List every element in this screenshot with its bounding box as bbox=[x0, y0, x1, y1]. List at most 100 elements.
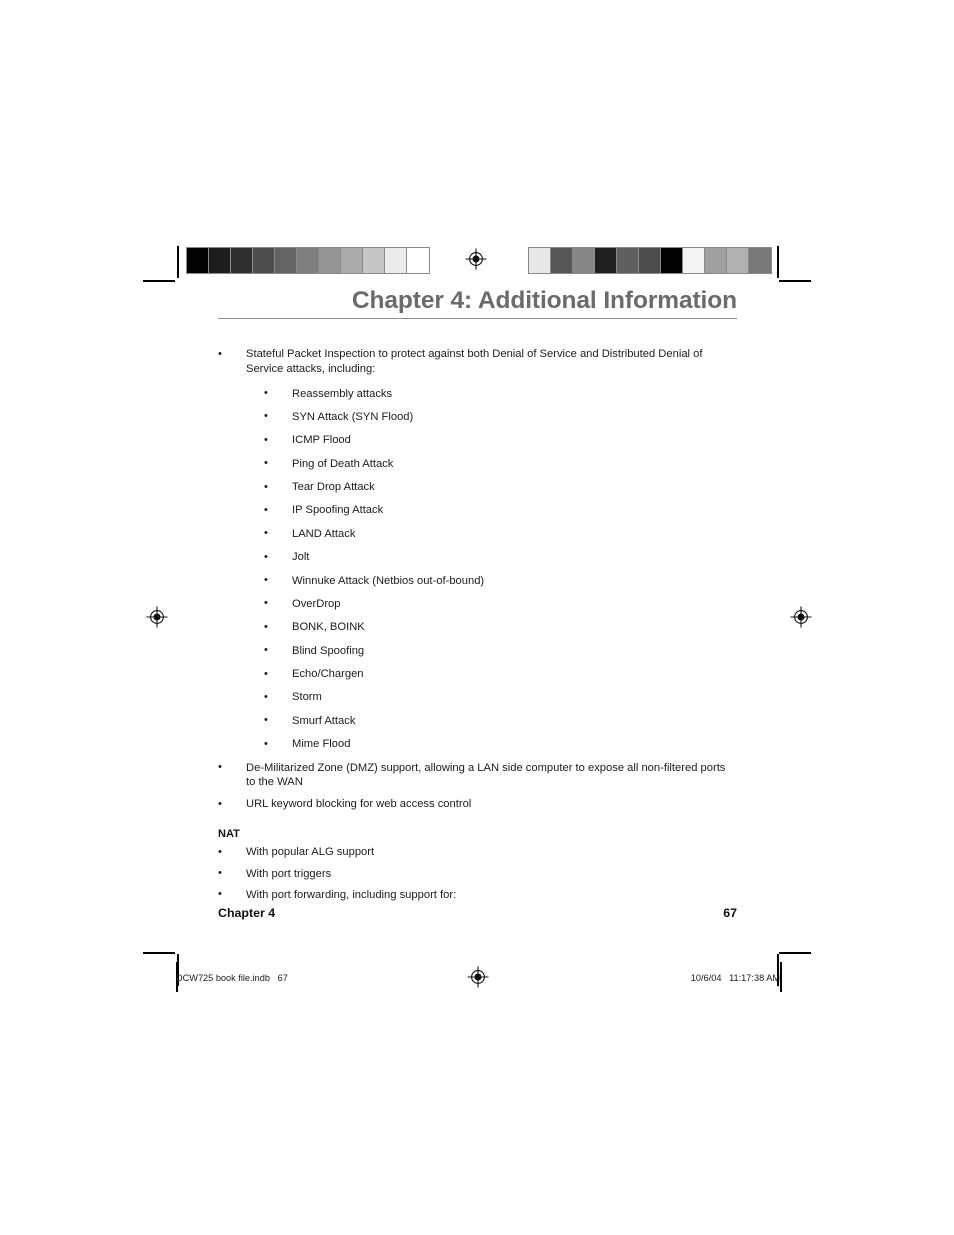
list-item: • With popular ALG support bbox=[218, 845, 737, 860]
gray-swatch-1 bbox=[209, 248, 231, 273]
gray-swatch-6 bbox=[661, 248, 683, 273]
list-item-label: Blind Spoofing bbox=[292, 644, 365, 657]
proof-file-label: DCW725 book file.indb 67 bbox=[176, 973, 288, 983]
gray-swatch-8 bbox=[363, 248, 385, 273]
list-item-label: With popular ALG support bbox=[246, 846, 375, 859]
gray-swatch-0 bbox=[187, 248, 209, 273]
list-item-label: Winnuke Attack (Netbios out-of-bound) bbox=[292, 574, 485, 587]
gray-swatch-2 bbox=[231, 248, 253, 273]
registration-target-icon bbox=[146, 606, 168, 628]
list-item-label: IP Spoofing Attack bbox=[292, 504, 384, 517]
gray-swatch-2 bbox=[573, 248, 595, 273]
heading-divider bbox=[218, 317, 737, 320]
crop-mark-horizontal-rule bbox=[143, 280, 175, 282]
list-item-label: With port triggers bbox=[246, 867, 332, 880]
page-footer: Chapter 4 67 bbox=[218, 906, 737, 920]
list-item: • Ping of Death Attack bbox=[264, 457, 737, 472]
crop-mark-horizontal-rule bbox=[779, 280, 811, 282]
list-item: • Mime Flood bbox=[264, 737, 737, 752]
list-item: • OverDrop bbox=[264, 597, 737, 612]
bullet-glyph-icon: • bbox=[264, 387, 268, 400]
bullet-glyph-icon: • bbox=[264, 737, 268, 750]
grayscale-scrambled-wedge-right bbox=[528, 247, 772, 274]
registration-target-icon bbox=[790, 606, 812, 628]
gray-swatch-9 bbox=[727, 248, 749, 273]
crop-mark-top-right bbox=[769, 246, 811, 288]
bullet-glyph-icon: • bbox=[218, 797, 222, 810]
bullet-glyph-icon: • bbox=[264, 620, 268, 633]
trim-rule-top-right bbox=[777, 246, 779, 276]
list-item-label: Ping of Death Attack bbox=[292, 457, 394, 470]
bullet-glyph-icon: • bbox=[264, 690, 268, 703]
list-item-label: BONK, BOINK bbox=[292, 621, 365, 634]
list-item-label: LAND Attack bbox=[292, 527, 356, 540]
list-item: • Winnuke Attack (Netbios out-of-bound) bbox=[264, 574, 737, 589]
bullet-glyph-icon: • bbox=[264, 574, 268, 587]
gray-swatch-3 bbox=[595, 248, 617, 273]
gray-swatch-9 bbox=[385, 248, 407, 273]
gray-swatch-10 bbox=[749, 248, 771, 273]
list-item-label: SYN Attack (SYN Flood) bbox=[292, 410, 414, 423]
list-item: • ICMP Flood bbox=[264, 433, 737, 448]
gray-swatch-6 bbox=[319, 248, 341, 273]
list-item: • Reassembly attacks bbox=[264, 387, 737, 402]
gray-swatch-1 bbox=[551, 248, 573, 273]
page-body: • Stateful Packet Inspection to protect … bbox=[218, 347, 737, 909]
gray-swatch-10 bbox=[407, 248, 429, 273]
registration-target-icon bbox=[465, 248, 487, 270]
list-item: • Smurf Attack bbox=[264, 714, 737, 729]
list-item-label: Stateful Packet Inspection to protect ag… bbox=[246, 348, 703, 375]
list-item: • Blind Spoofing bbox=[264, 644, 737, 659]
nat-feature-list: • With popular ALG support • With port t… bbox=[218, 845, 737, 902]
list-item: • Tear Drop Attack bbox=[264, 480, 737, 495]
gray-swatch-4 bbox=[617, 248, 639, 273]
list-item-label: Tear Drop Attack bbox=[292, 481, 375, 494]
bullet-glyph-icon: • bbox=[264, 503, 268, 516]
printed-page-proof: Chapter 4: Additional Information • Stat… bbox=[0, 0, 954, 1235]
list-item-label: Smurf Attack bbox=[292, 714, 356, 727]
list-item: • With port triggers bbox=[218, 867, 737, 882]
proof-timestamp: 10/6/04 11:17:38 AM bbox=[690, 973, 780, 983]
bullet-glyph-icon: • bbox=[218, 888, 222, 901]
list-item: • With port forwarding, including suppor… bbox=[218, 888, 737, 903]
gray-swatch-5 bbox=[639, 248, 661, 273]
list-item-label: Storm bbox=[292, 691, 322, 704]
slug-rule-right bbox=[780, 962, 782, 992]
attack-sublist-wrapper: • Reassembly attacks • SYN Attack (SYN F… bbox=[264, 387, 737, 752]
bullet-glyph-icon: • bbox=[218, 347, 222, 360]
list-item-label: De-Militarized Zone (DMZ) support, allow… bbox=[246, 761, 726, 789]
list-item: • De-Militarized Zone (DMZ) support, all… bbox=[218, 761, 737, 791]
list-item: • URL keyword blocking for web access co… bbox=[218, 797, 737, 812]
attack-types-list: • Reassembly attacks • SYN Attack (SYN F… bbox=[264, 387, 737, 752]
footer-chapter-label: Chapter 4 bbox=[218, 906, 276, 920]
gray-swatch-4 bbox=[275, 248, 297, 273]
list-item: • IP Spoofing Attack bbox=[264, 503, 737, 518]
grayscale-step-wedge-left bbox=[186, 247, 430, 274]
bullet-glyph-icon: • bbox=[264, 410, 268, 423]
list-item-label: OverDrop bbox=[292, 597, 341, 610]
list-item: • Jolt bbox=[264, 550, 737, 565]
crop-mark-vertical-rule bbox=[177, 246, 179, 278]
bullet-glyph-icon: • bbox=[264, 457, 268, 470]
section-heading-nat: NAT bbox=[218, 827, 240, 840]
list-item-label: ICMP Flood bbox=[292, 434, 351, 447]
bullet-glyph-icon: • bbox=[218, 845, 222, 858]
page-title: Chapter 4: Additional Information bbox=[351, 287, 737, 314]
list-item: • Stateful Packet Inspection to protect … bbox=[218, 347, 737, 752]
gray-swatch-0 bbox=[529, 248, 551, 273]
bullet-glyph-icon: • bbox=[264, 597, 268, 610]
list-item-label: With port forwarding, including support … bbox=[246, 888, 457, 901]
list-item: • BONK, BOINK bbox=[264, 620, 737, 635]
crop-mark-horizontal-rule bbox=[143, 952, 175, 954]
list-item-label: Mime Flood bbox=[292, 738, 351, 751]
crop-mark-top-left bbox=[143, 246, 185, 288]
list-item-label: Jolt bbox=[292, 551, 310, 564]
crop-mark-horizontal-rule bbox=[779, 952, 811, 954]
list-item-label: URL keyword blocking for web access cont… bbox=[246, 798, 472, 811]
gray-swatch-5 bbox=[297, 248, 319, 273]
page-number: 67 bbox=[723, 906, 737, 920]
list-item-label: Echo/Chargen bbox=[292, 668, 364, 681]
bullet-glyph-icon: • bbox=[264, 644, 268, 657]
bullet-glyph-icon: • bbox=[264, 433, 268, 446]
list-item-label: Reassembly attacks bbox=[292, 387, 393, 400]
